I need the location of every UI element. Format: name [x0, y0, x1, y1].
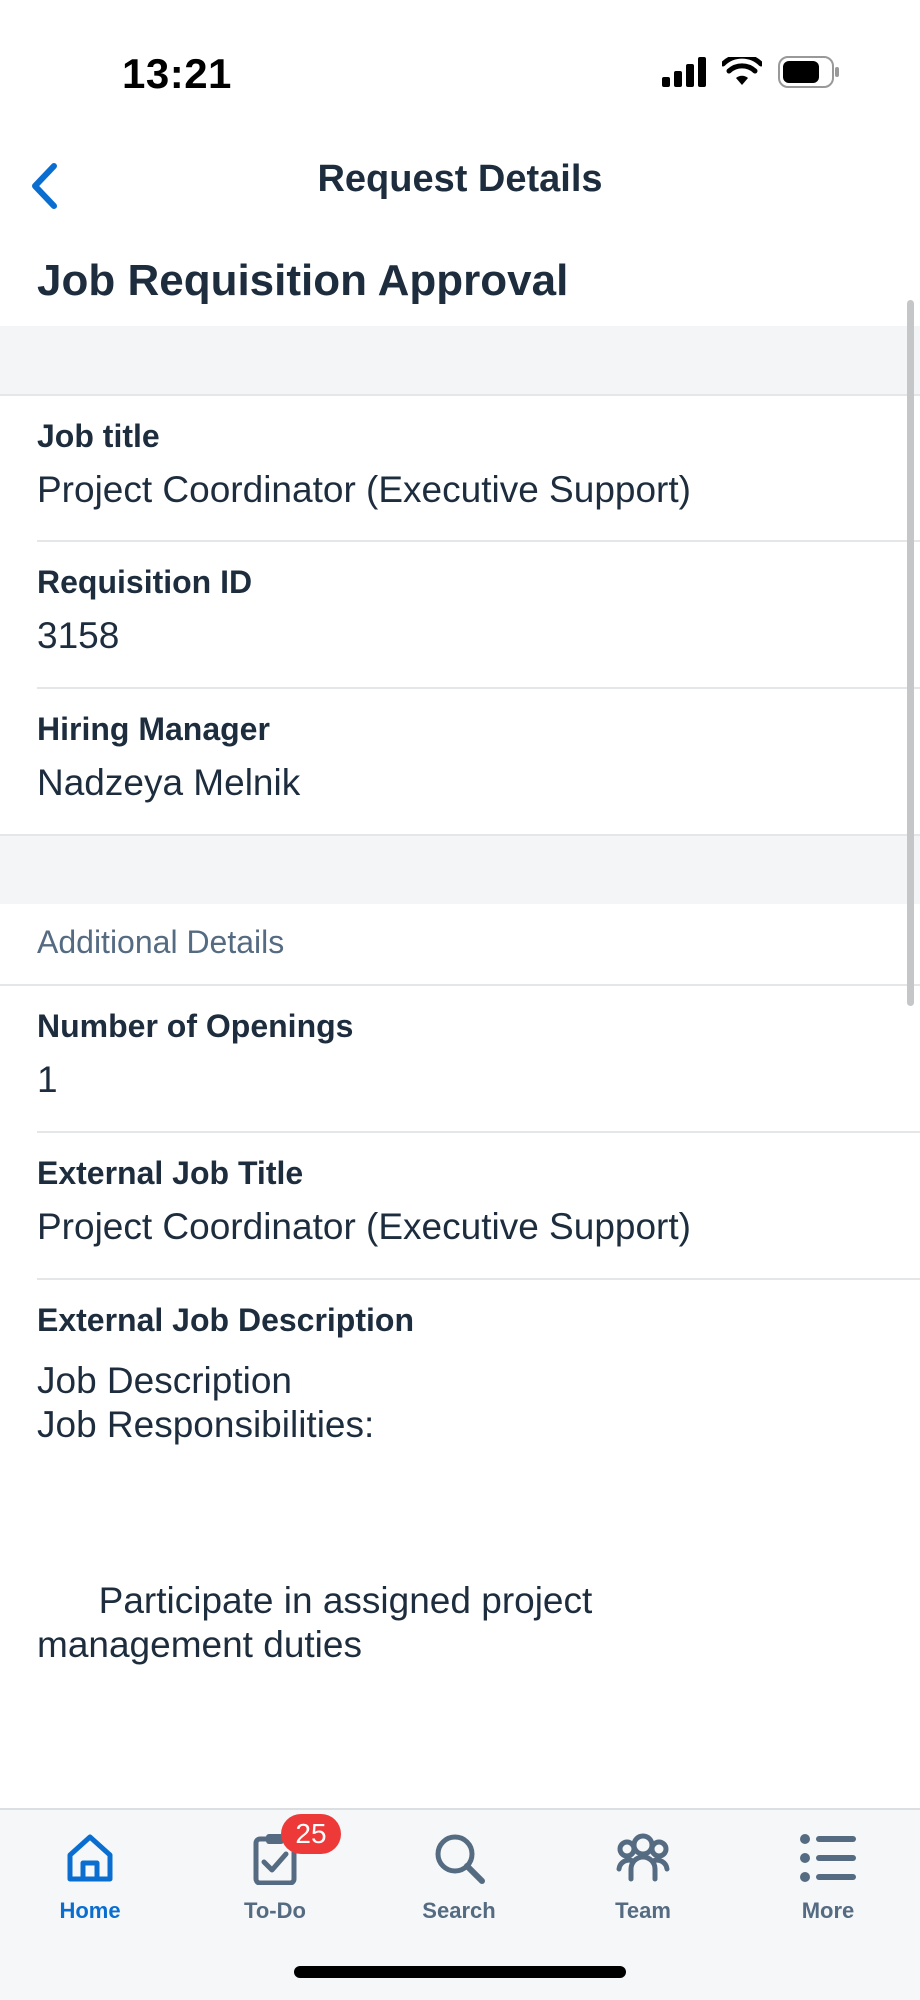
field-job-title: Job title Project Coordinator (Executive…	[0, 396, 920, 540]
field-label: Number of Openings	[37, 1008, 354, 1044]
description-line	[37, 1535, 592, 1579]
nav-title: Request Details	[317, 158, 603, 200]
description-line: Job Responsibilities:	[37, 1404, 375, 1445]
tab-more[interactable]: More	[758, 1828, 898, 1948]
tab-search[interactable]: Search	[389, 1828, 529, 1948]
status-time: 13:21	[122, 50, 232, 97]
page-title: Job Requisition Approval	[37, 256, 569, 305]
field-external-job-description: External Job Description	[0, 1280, 920, 1340]
wifi-icon	[720, 53, 764, 92]
field-external-job-title: External Job Title Project Coordinator (…	[0, 1133, 920, 1277]
clipboard-check-icon: 25	[245, 1814, 341, 1888]
home-indicator[interactable]	[294, 1966, 626, 1978]
field-label: External Job Title	[37, 1155, 304, 1191]
tab-home[interactable]: Home	[20, 1828, 160, 1948]
description-line	[37, 1491, 592, 1535]
description-line: management duties	[37, 1624, 362, 1665]
tab-label: Search	[422, 1898, 496, 1923]
description-line: Job Description	[37, 1360, 293, 1401]
battery-icon	[778, 56, 840, 93]
navigation-bar: Request Details	[0, 150, 920, 260]
field-value: Project Coordinator (Executive Support)	[37, 469, 691, 510]
field-value: Project Coordinator (Executive Support)	[37, 1206, 691, 1247]
todo-count-badge: 25	[281, 1814, 341, 1854]
description-line	[37, 1447, 592, 1491]
field-hiring-manager: Hiring Manager Nadzeya Melnik	[0, 689, 920, 833]
section-heading-additional-details: Additional Details	[37, 924, 285, 960]
tab-label: More	[801, 1898, 855, 1923]
field-value: 1	[37, 1059, 58, 1100]
field-label: Requisition ID	[37, 564, 253, 600]
page-header: Job Requisition Approval	[0, 250, 920, 326]
section-spacer	[0, 326, 920, 394]
section-spacer	[0, 836, 920, 904]
tab-label: Home	[59, 1898, 121, 1923]
job-description-text: Job Description Job Responsibilities: Pa…	[37, 1359, 592, 1667]
field-value: Nadzeya Melnik	[37, 762, 301, 803]
tab-label: To-Do	[244, 1898, 306, 1923]
home-icon	[60, 1828, 120, 1888]
field-value: 3158	[37, 615, 120, 656]
status-bar: 13:21	[0, 0, 920, 150]
cellular-signal-icon	[662, 57, 706, 92]
list-icon	[798, 1828, 858, 1888]
field-label: Job title	[37, 418, 160, 454]
scrollbar[interactable]	[907, 300, 914, 1006]
tab-to-do[interactable]: 25 To-Do	[205, 1814, 345, 1948]
field-label: Hiring Manager	[37, 711, 270, 747]
field-number-of-openings: Number of Openings 1	[0, 986, 920, 1130]
field-requisition-id: Requisition ID 3158	[0, 542, 920, 686]
field-label: External Job Description	[37, 1302, 414, 1338]
search-icon	[429, 1828, 489, 1888]
tab-label: Team	[615, 1898, 671, 1923]
tab-team[interactable]: Team	[573, 1828, 713, 1948]
status-icons	[662, 53, 840, 93]
team-icon	[613, 1828, 673, 1888]
description-line: Participate in assigned project	[37, 1580, 593, 1621]
